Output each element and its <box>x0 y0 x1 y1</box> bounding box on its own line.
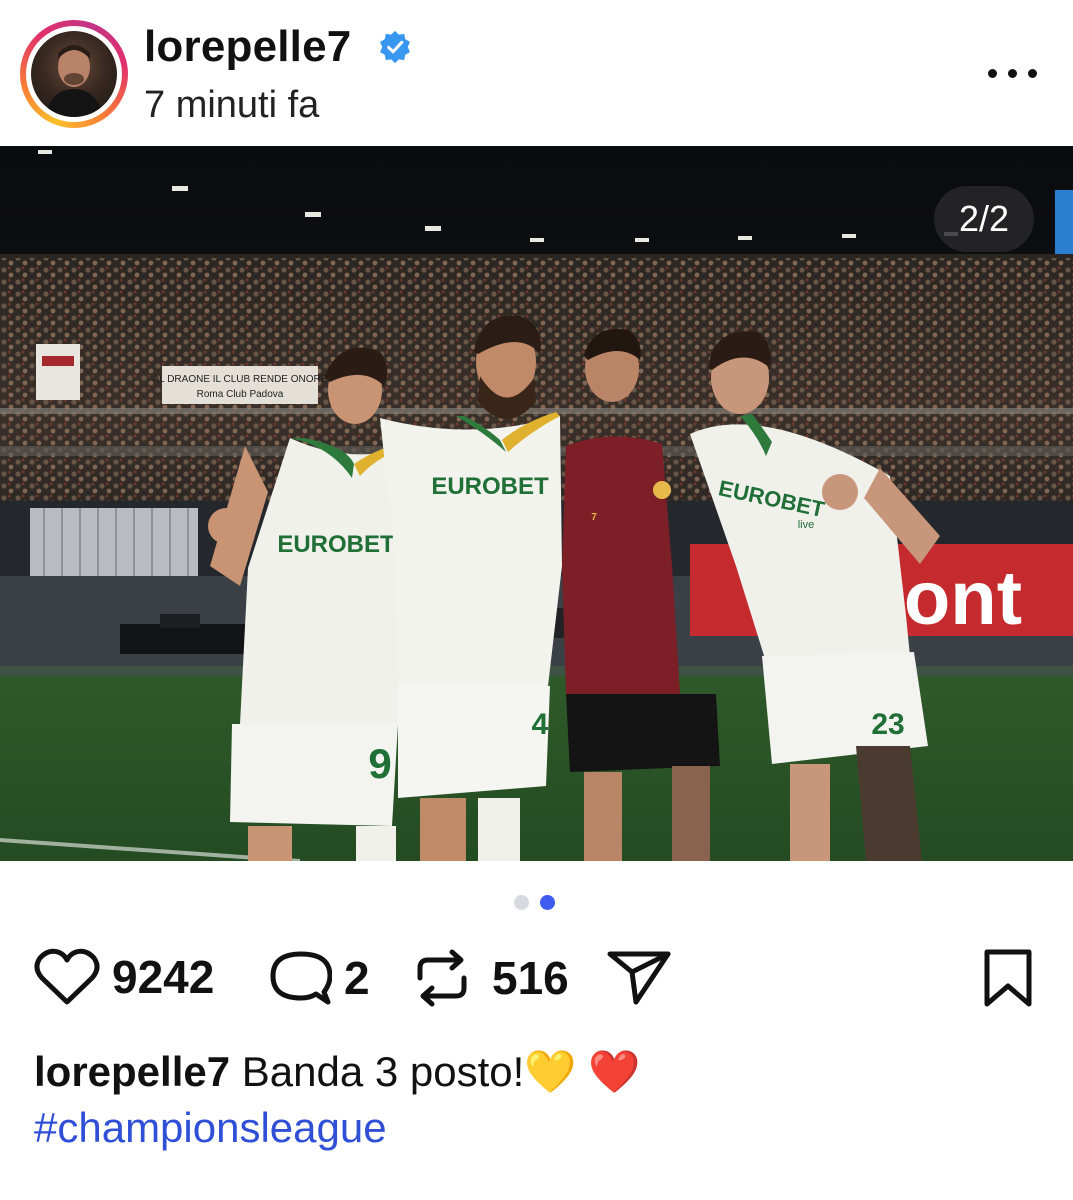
caption-text: Banda 3 posto!💛 ❤️ <box>241 1048 641 1095</box>
save-action[interactable] <box>982 948 1034 1008</box>
jersey-sponsor-suffix: live <box>798 519 815 531</box>
avatar-portrait <box>45 45 103 117</box>
carousel-dot-active[interactable] <box>540 895 555 910</box>
post-caption: lorepelle7 Banda 3 posto!💛 ❤️ #champions… <box>34 1044 1044 1156</box>
shirt-number-maroon: 7 <box>591 512 597 523</box>
comment-count: 2 <box>344 952 370 1004</box>
more-dot <box>1028 68 1037 78</box>
avatar[interactable] <box>31 31 117 117</box>
bookmark-icon[interactable] <box>982 948 1034 1008</box>
post-username[interactable]: lorepelle7 <box>144 22 351 72</box>
pitchside-cage <box>30 508 198 580</box>
comment-action[interactable]: 2 <box>270 948 370 1008</box>
carousel-dot[interactable] <box>514 895 529 910</box>
stand-rail <box>0 408 1073 414</box>
like-action[interactable]: 9242 <box>34 948 214 1006</box>
shorts-number-left: 9 <box>368 740 391 787</box>
board-text: ont <box>904 556 1022 641</box>
more-dot <box>1008 68 1017 78</box>
photo-scene: AL DRAONE IL CLUB RENDE ONORE Roma Club … <box>0 146 1073 861</box>
media-counter: 2/2 <box>934 186 1034 252</box>
fan-banner-left <box>36 344 80 400</box>
fan-banner-roma-club: AL DRAONE IL CLUB RENDE ONORE Roma Club … <box>153 366 328 404</box>
repost-action[interactable]: 516 <box>414 948 569 1008</box>
jersey-sponsor-middle: EUROBET <box>431 473 549 500</box>
heart-icon[interactable] <box>34 948 100 1006</box>
caption-username[interactable]: lorepelle7 <box>34 1048 230 1095</box>
avatar-gap <box>26 26 122 122</box>
more-options-icon[interactable] <box>988 58 1064 88</box>
repost-count: 516 <box>492 952 569 1004</box>
post-photo[interactable]: AL DRAONE IL CLUB RENDE ONORE Roma Club … <box>0 146 1073 861</box>
scoreboard-edge <box>1055 190 1073 260</box>
carousel-indicator <box>514 895 555 910</box>
jersey-sponsor-left: EUROBET <box>277 531 395 558</box>
roma-crest <box>653 481 671 499</box>
caption-hashtag[interactable]: #championsleague <box>34 1100 1044 1156</box>
shorts-number-middle: 4 <box>532 708 549 741</box>
banner-text: AL DRAONE IL CLUB RENDE ONORE <box>153 374 328 385</box>
share-action[interactable] <box>606 948 672 1006</box>
post-timestamp: 7 minuti fa <box>144 84 320 126</box>
action-bar: 9242 2 516 <box>0 940 1073 1020</box>
avatar-story-ring[interactable] <box>20 20 128 128</box>
comment-bubble-icon[interactable] <box>270 948 332 1008</box>
more-dot <box>988 68 997 78</box>
shorts-number-right: 23 <box>871 708 904 741</box>
post-header: lorepelle7 7 minuti fa <box>0 0 1073 146</box>
like-count: 9242 <box>112 951 215 1003</box>
repost-icon[interactable] <box>414 948 470 1008</box>
verified-badge-icon <box>380 30 410 64</box>
banner-subtext: Roma Club Padova <box>197 389 284 400</box>
send-icon[interactable] <box>606 948 672 1006</box>
